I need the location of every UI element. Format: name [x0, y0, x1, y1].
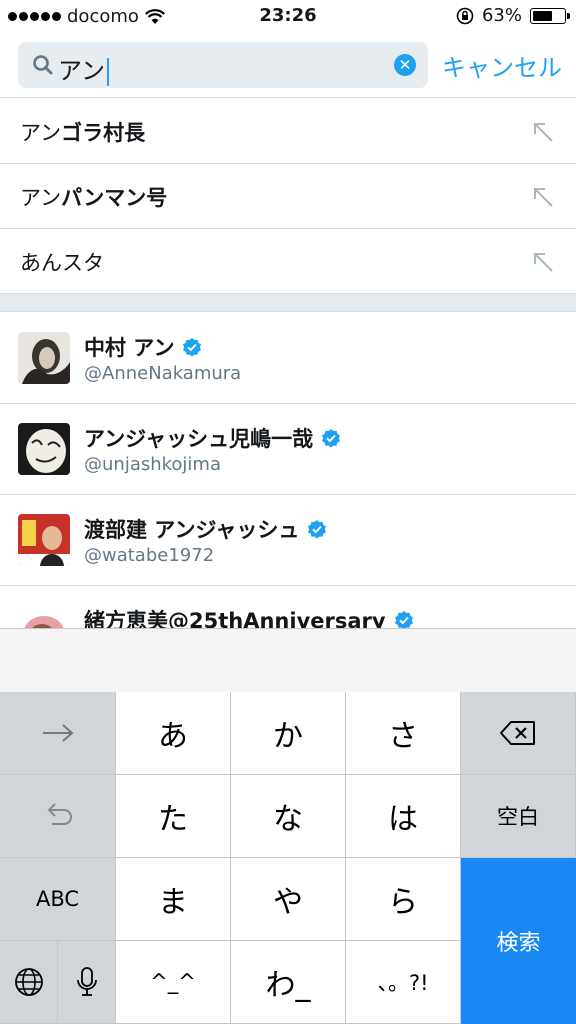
punctuation-key[interactable]: 、。?!	[346, 941, 461, 1024]
verified-badge-icon	[308, 520, 327, 539]
user-result-row[interactable]: 緒方恵美@25thAnniversary	[0, 586, 576, 628]
abc-key[interactable]: ABC	[0, 858, 116, 941]
arrow-right-icon	[42, 724, 74, 742]
suggestion-text: あんスタ	[20, 251, 104, 275]
suggestion-text: アンパンマン号	[20, 186, 168, 210]
kana-key-ra[interactable]: ら	[346, 858, 461, 941]
avatar	[18, 602, 70, 628]
user-name: 中村 アン	[84, 332, 202, 362]
cancel-button[interactable]: キャンセル	[442, 48, 562, 83]
avatar	[18, 514, 70, 566]
verified-badge-icon	[322, 429, 341, 448]
user-result-row[interactable]: 中村 アン @AnneNakamura	[0, 313, 576, 404]
undo-icon	[47, 803, 72, 825]
text-caret	[107, 58, 110, 86]
suggestion-item[interactable]: アンゴラ村長	[0, 99, 576, 164]
battery-percent: 63%	[481, 5, 522, 26]
user-name: 渡部建 アンジャッシュ	[84, 514, 327, 544]
suggestion-item[interactable]: アンパンマン号	[0, 164, 576, 229]
battery-icon	[530, 7, 570, 24]
search-input[interactable]: アン ✕	[18, 42, 428, 88]
user-result-row[interactable]: 渡部建 アンジャッシュ @watabe1972	[0, 495, 576, 586]
status-right: 63%	[456, 5, 570, 26]
undo-key[interactable]	[0, 775, 116, 858]
kana-key-ka[interactable]: か	[231, 692, 346, 775]
globe-icon	[14, 968, 43, 996]
fill-query-arrow-icon[interactable]	[532, 186, 554, 208]
space-key[interactable]: 空白	[461, 775, 576, 858]
status-bar: docomo 23:26 63%	[0, 0, 576, 34]
kana-key-ha[interactable]: は	[346, 775, 461, 858]
search-key[interactable]: 検索	[461, 858, 576, 1024]
kana-key-a[interactable]: あ	[116, 692, 231, 775]
user-handle: @AnneNakamura	[84, 363, 242, 384]
fill-query-arrow-icon[interactable]	[532, 251, 554, 273]
kaomoji-key[interactable]: ^_^	[116, 941, 231, 1024]
delete-key[interactable]	[461, 692, 576, 775]
rotation-lock-icon	[456, 7, 474, 24]
dictation-key[interactable]	[58, 941, 116, 1024]
kana-key-ta[interactable]: た	[116, 775, 231, 858]
section-divider	[0, 294, 576, 312]
keyboard-candidate-bar	[0, 628, 576, 692]
suggestion-item[interactable]: あんスタ	[0, 229, 576, 294]
next-candidate-key[interactable]	[0, 692, 116, 775]
verified-badge-icon	[183, 338, 202, 357]
kana-key-wa[interactable]: わ_	[231, 941, 346, 1024]
kana-key-na[interactable]: な	[231, 775, 346, 858]
kana-key-sa[interactable]: さ	[346, 692, 461, 775]
search-icon	[33, 55, 53, 75]
avatar	[18, 332, 70, 384]
avatar	[18, 423, 70, 475]
verified-badge-icon	[394, 611, 413, 628]
kana-key-ma[interactable]: ま	[116, 858, 231, 941]
user-name: 緒方恵美@25thAnniversary	[84, 605, 414, 628]
search-header: アン ✕ キャンセル	[0, 34, 576, 98]
fill-query-arrow-icon[interactable]	[532, 121, 554, 143]
user-handle: @watabe1972	[84, 545, 215, 566]
microphone-icon	[76, 967, 97, 996]
user-name: アンジャッシュ児嶋一哉	[84, 423, 341, 453]
user-handle: @unjashkojima	[84, 454, 221, 475]
globe-key[interactable]	[0, 941, 58, 1024]
clear-search-icon[interactable]: ✕	[394, 54, 416, 76]
backspace-icon	[500, 721, 535, 745]
search-query: アン	[58, 51, 110, 86]
japanese-keyboard: あ か さ た な は 空白 ABC ま や ら 検索 ^_^ わ_ 、。?!	[0, 692, 576, 1024]
user-result-row[interactable]: アンジャッシュ児嶋一哉 @unjashkojima	[0, 404, 576, 495]
kana-key-ya[interactable]: や	[231, 858, 346, 941]
suggestion-text: アンゴラ村長	[20, 121, 146, 145]
